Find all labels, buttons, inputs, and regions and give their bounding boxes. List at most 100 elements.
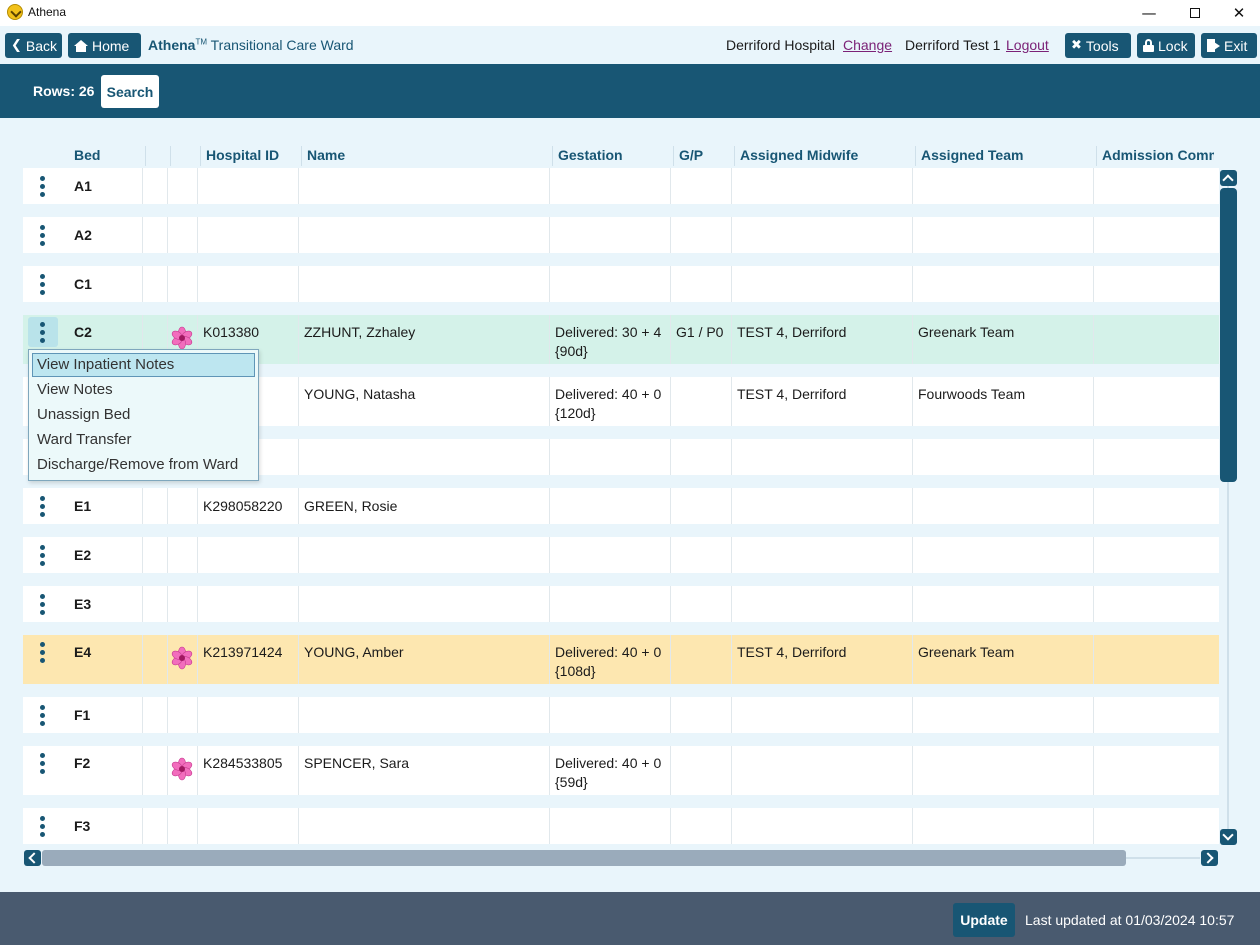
vertical-scrollbar-thumb[interactable] (1220, 188, 1237, 482)
change-hospital-link[interactable]: Change (843, 37, 892, 53)
table-row[interactable]: C1 (23, 266, 1219, 302)
cell-name (298, 697, 549, 733)
kebab-menu-icon[interactable] (40, 816, 46, 840)
cell-team (912, 266, 1093, 302)
cell-name (298, 266, 549, 302)
cell-team (912, 439, 1093, 475)
scroll-up-button[interactable] (1220, 170, 1237, 186)
cell-midwife (731, 488, 912, 524)
gestation-days: {108d} (555, 663, 596, 679)
kebab-menu-icon[interactable] (40, 753, 46, 777)
cell-gestation: Delivered: 40 + 0 {108d} (549, 635, 670, 684)
column-header[interactable]: Hospital ID (200, 146, 301, 166)
column-header[interactable]: Bed (69, 146, 145, 166)
table-row[interactable]: E3 (23, 586, 1219, 622)
table-row[interactable]: F2 K284533805 SPENCER, Sara Delivered: 40 +… (23, 746, 1219, 795)
exit-button[interactable]: Exit (1201, 33, 1257, 58)
column-header[interactable] (170, 146, 200, 166)
gestation-days: {120d} (555, 405, 596, 421)
column-header[interactable]: Assigned Team (915, 146, 1096, 166)
logout-link[interactable]: Logout (1006, 37, 1049, 53)
back-button[interactable]: ❮ Back (5, 33, 62, 58)
kebab-menu-icon[interactable] (40, 545, 46, 569)
table-row[interactable]: F3 (23, 808, 1219, 844)
column-header[interactable]: G/P (673, 146, 734, 166)
table-row[interactable]: A2 (23, 217, 1219, 253)
column-header[interactable]: Name (301, 146, 552, 166)
close-button[interactable]: ✕ (1216, 0, 1260, 26)
scroll-right-button[interactable] (1201, 850, 1218, 866)
cell-hospital-id (197, 808, 298, 844)
table-row[interactable]: E4 K213971424 YOUNG, Amber Delivered: 40 + … (23, 635, 1219, 684)
kebab-menu-icon[interactable] (40, 274, 46, 298)
cell-team (912, 168, 1093, 204)
scroll-down-button[interactable] (1220, 829, 1237, 845)
cell-bed-text: A1 (74, 178, 92, 194)
search-button[interactable]: Search (101, 75, 159, 108)
kebab-menu-icon[interactable] (40, 594, 46, 618)
kebab-menu-icon[interactable] (40, 176, 46, 200)
lock-button[interactable]: Lock (1137, 33, 1195, 58)
cell-gp (670, 586, 731, 622)
context-menu-item[interactable]: View Notes (32, 378, 255, 402)
kebab-menu-icon[interactable] (40, 322, 46, 346)
cell-bed-text: E2 (74, 547, 92, 563)
kebab-menu-icon[interactable] (40, 496, 46, 520)
cell-blank (142, 168, 167, 204)
table-row[interactable]: E2 (23, 537, 1219, 573)
user-name: Derriford Test 1 (905, 37, 1001, 53)
cell-midwife (731, 439, 912, 475)
cell-midwife (731, 586, 912, 622)
cell-team-text: Fourwoods Team (918, 386, 1026, 402)
minimize-button[interactable]: — (1126, 0, 1172, 26)
kebab-menu-icon[interactable] (40, 225, 46, 249)
cell-name: SPENCER, Sara (298, 746, 549, 795)
cell-admission-comment (1093, 168, 1219, 204)
cell-name (298, 808, 549, 844)
cell-gestation (549, 586, 670, 622)
toolbar: Rows: 26 Search (0, 64, 1260, 118)
column-header[interactable]: Gestation (552, 146, 673, 166)
table-row[interactable]: A1 (23, 168, 1219, 204)
home-label: Home (92, 37, 130, 54)
horizontal-scrollbar-thumb[interactable] (42, 850, 1126, 866)
context-menu-item[interactable]: Discharge/Remove from Ward (32, 453, 255, 477)
cell-icon (167, 488, 197, 524)
context-menu-item[interactable]: Unassign Bed (32, 403, 255, 427)
cell-team (912, 488, 1093, 524)
cell-name-text: ZZHUNT, Zzhaley (304, 324, 416, 340)
cell-blank (142, 537, 167, 573)
column-header[interactable]: Assigned Midwife (734, 146, 915, 166)
cell-team (912, 697, 1093, 733)
update-button[interactable]: Update (953, 903, 1015, 937)
cell-bed-text: E4 (74, 644, 92, 660)
context-menu-item[interactable]: Ward Transfer (32, 428, 255, 452)
cell-team (912, 586, 1093, 622)
cell-blank (142, 586, 167, 622)
cell-blank (142, 808, 167, 844)
cell-bed-text: F1 (74, 707, 91, 723)
table-row[interactable]: E1 K298058220 GREEN, Rosie (23, 488, 1219, 524)
context-menu-item[interactable]: View Inpatient Notes (32, 353, 255, 377)
cell-gp (670, 377, 731, 426)
cell-admission-comment (1093, 746, 1219, 795)
cell-admission-comment (1093, 697, 1219, 733)
column-header[interactable] (145, 146, 170, 166)
scroll-left-button[interactable] (24, 850, 41, 866)
column-header[interactable]: Admission Comm (1096, 146, 1214, 166)
cell-team: Greenark Team (912, 315, 1093, 364)
home-button[interactable]: Home (68, 33, 141, 58)
cell-midwife-text: TEST 4, Derriford (737, 386, 847, 402)
cell-midwife: TEST 4, Derriford (731, 635, 912, 684)
cell-gp (670, 488, 731, 524)
cell-midwife: TEST 4, Derriford (731, 377, 912, 426)
cell-bed: E1 (69, 488, 142, 524)
tools-button[interactable]: ✖ Tools (1065, 33, 1131, 58)
table-row[interactable]: F1 (23, 697, 1219, 733)
maximize-button[interactable] (1172, 0, 1218, 26)
cell-gp (670, 635, 731, 684)
cell-gestation-text: Delivered: 40 + 0 {59d} (555, 755, 662, 790)
cell-name: YOUNG, Natasha (298, 377, 549, 426)
kebab-menu-icon[interactable] (40, 705, 46, 729)
kebab-menu-icon[interactable] (40, 642, 46, 666)
